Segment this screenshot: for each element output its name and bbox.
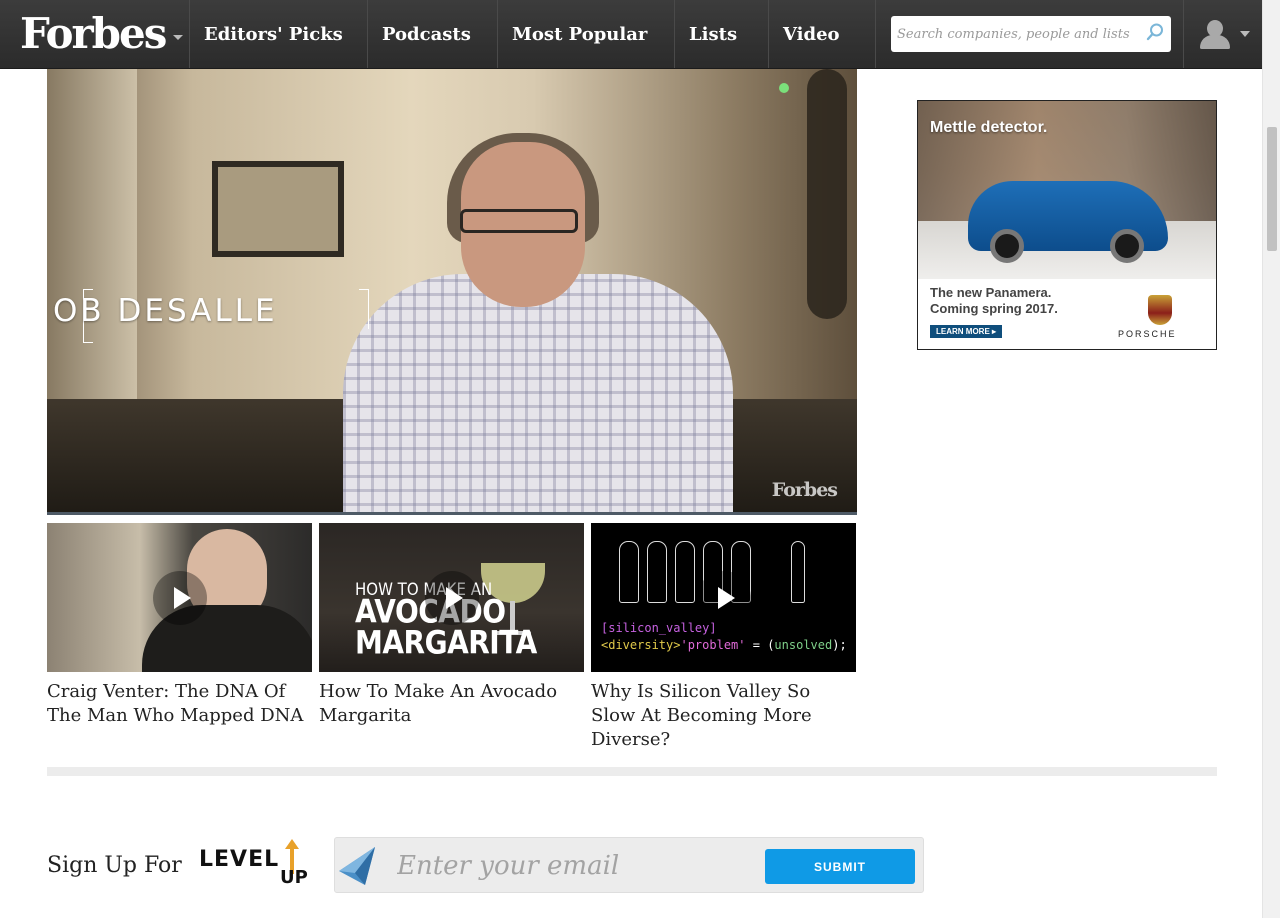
video-card[interactable]: [silicon_valley] <diversity>'problem' = … (591, 523, 856, 752)
user-avatar-icon[interactable] (1198, 18, 1232, 50)
thumbnail-code-line: [silicon_valley] (601, 621, 717, 635)
ad-brand: PORSCHE (1118, 329, 1177, 339)
video-thumbnail[interactable]: [silicon_valley] <diversity>'problem' = … (591, 523, 856, 672)
video-card[interactable]: Craig Venter: The DNA Of The Man Who Map… (47, 523, 312, 752)
nav-item-most-popular[interactable]: Most Popular (498, 0, 675, 68)
logo-menu[interactable]: Forbes (0, 0, 190, 68)
video-thumbnail[interactable]: HOW TO MAKE AN AVOCADO MARGARITA (319, 523, 584, 672)
video-card-title[interactable]: How To Make An Avocado Margarita (319, 680, 584, 728)
search-area (876, 0, 1184, 68)
submit-button[interactable]: SUBMIT (765, 849, 915, 884)
play-icon[interactable] (152, 570, 207, 625)
video-thumbnail[interactable] (47, 523, 312, 672)
chevron-down-icon[interactable] (173, 34, 184, 40)
video-card[interactable]: HOW TO MAKE AN AVOCADO MARGARITA How To … (319, 523, 584, 752)
ad-learn-more-button[interactable]: LEARN MORE ▸ (930, 325, 1003, 338)
envelope-icon (335, 843, 381, 889)
nav-item-editors-picks[interactable]: Editors' Picks (190, 0, 368, 68)
related-videos: Craig Venter: The DNA Of The Man Who Map… (47, 523, 856, 752)
search-box[interactable] (891, 16, 1171, 52)
top-nav: Forbes Editors' Picks Podcasts Most Popu… (0, 0, 1262, 69)
ad-headline: Mettle detector. (930, 119, 1048, 136)
newsletter-form: SUBMIT (334, 837, 924, 893)
sidebar-ad[interactable]: Mettle detector. The new Panamera. Comin… (917, 100, 1217, 350)
search-input[interactable] (897, 26, 1145, 42)
signup-label: Sign Up For (47, 853, 182, 878)
search-icon[interactable] (1145, 22, 1165, 46)
user-menu[interactable] (1184, 0, 1262, 68)
thumbnail-code-line: <diversity>'problem' = (unsolved); (601, 638, 847, 652)
video-card-title[interactable]: Craig Venter: The DNA Of The Man Who Map… (47, 680, 312, 728)
level-up-logo: LEVEL UP (196, 835, 312, 901)
video-lower-third: OB DESALLE (53, 293, 278, 329)
play-icon[interactable] (696, 570, 751, 625)
video-progress-bar[interactable] (47, 512, 857, 515)
porsche-crest-icon (1148, 295, 1172, 325)
nav-item-lists[interactable]: Lists (675, 0, 769, 68)
nav-item-video[interactable]: Video (769, 0, 876, 68)
page-scrollbar[interactable] (1262, 0, 1280, 918)
status-dot-icon (779, 83, 789, 93)
email-field[interactable] (397, 846, 757, 886)
chevron-down-icon[interactable] (1240, 31, 1250, 37)
section-divider (47, 767, 1217, 776)
wall-frame-image (212, 161, 344, 257)
video-card-title[interactable]: Why Is Silicon Valley So Slow At Becomin… (591, 680, 856, 752)
play-icon[interactable] (424, 570, 479, 625)
forbes-logo[interactable]: Forbes (20, 13, 167, 55)
video-watermark: Forbes (771, 479, 838, 501)
ad-body: The new Panamera. Coming spring 2017. (930, 285, 1058, 316)
hero-video-player[interactable]: OB DESALLE Forbes (47, 69, 857, 515)
scrollbar-thumb[interactable] (1267, 127, 1277, 251)
nav-item-podcasts[interactable]: Podcasts (368, 0, 498, 68)
